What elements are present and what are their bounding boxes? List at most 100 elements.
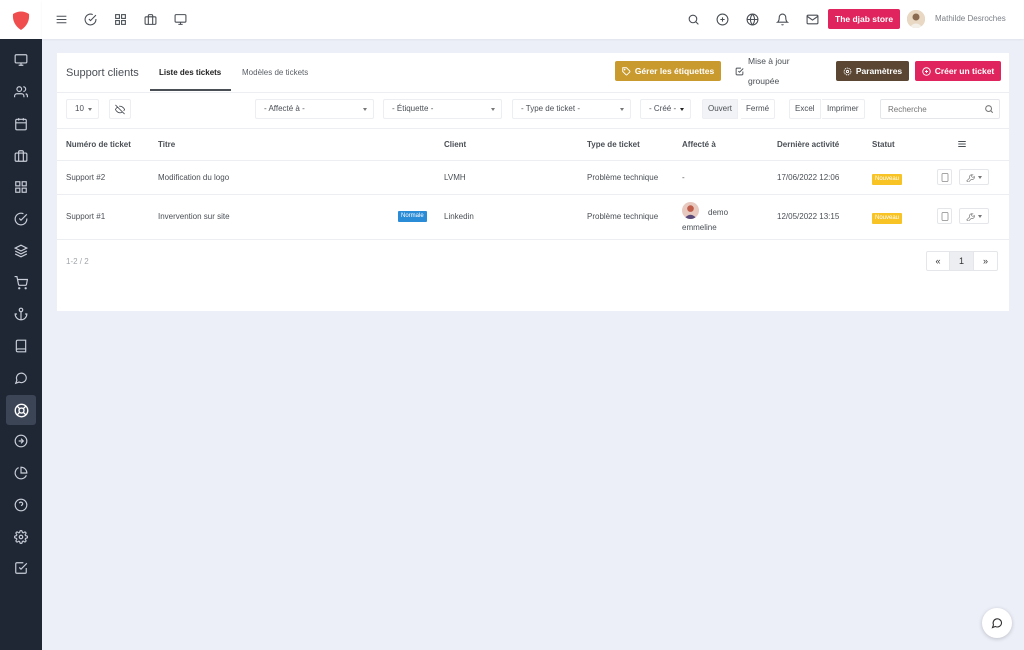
ticket-client[interactable]: Linkedin — [444, 212, 474, 221]
column-header-title[interactable]: Titre — [158, 140, 175, 149]
search-icon — [688, 14, 699, 25]
sidebar-item-leads[interactable] — [6, 426, 36, 456]
briefcase-icon — [144, 13, 156, 25]
sidebar-item-settings[interactable] — [6, 522, 36, 552]
menu-toggle[interactable] — [52, 10, 70, 28]
excel-export-button[interactable]: Excel — [789, 99, 821, 119]
chat-button[interactable] — [982, 608, 1012, 638]
quick-screen[interactable] — [171, 10, 189, 28]
anchor-icon — [14, 307, 28, 321]
sidebar-item-calendar[interactable] — [6, 109, 36, 139]
caret-down-icon — [680, 108, 684, 111]
filter-divider — [57, 128, 1009, 129]
assigned-to-value: - Affecté à - — [264, 104, 305, 113]
column-header-number[interactable]: Numéro de ticket — [66, 140, 131, 149]
cart-icon — [14, 276, 28, 290]
pagination-info: 1-2 / 2 — [66, 257, 89, 266]
ticket-type-filter[interactable]: - Type de ticket - — [512, 99, 631, 119]
assigned-to-filter[interactable]: - Affecté à - — [255, 99, 374, 119]
closed-filter-button[interactable]: Fermé — [741, 99, 776, 119]
global-search[interactable] — [684, 10, 702, 28]
ticket-number[interactable]: Support #2 — [66, 173, 105, 182]
language-selector[interactable] — [743, 10, 761, 28]
sidebar-item-help[interactable] — [6, 490, 36, 520]
label-filter[interactable]: - Étiquette - — [383, 99, 502, 119]
search-input[interactable] — [881, 100, 981, 118]
sidebar-item-projects[interactable] — [6, 141, 36, 171]
ticket-view-button[interactable] — [937, 169, 952, 185]
quick-tasks[interactable] — [81, 10, 99, 28]
lifebuoy-icon — [14, 403, 28, 417]
pagination-page-1[interactable]: 1 — [950, 251, 974, 271]
hide-columns-button[interactable] — [109, 99, 131, 119]
table-header-divider — [57, 160, 1009, 161]
ticket-actions-dropdown[interactable] — [959, 208, 989, 224]
ticket-view-button[interactable] — [937, 208, 952, 224]
column-header-assignee[interactable]: Affecté à — [682, 140, 716, 149]
pagination-last-button[interactable]: » — [974, 251, 998, 271]
sidebar-item-layers[interactable] — [6, 236, 36, 266]
page-size-select[interactable]: 10 — [66, 99, 99, 119]
user-name[interactable]: Mathilde Desroches — [935, 14, 1006, 23]
sidebar-item-anchor[interactable] — [6, 299, 36, 329]
manage-labels-button[interactable]: Gérer les étiquettes — [615, 61, 721, 81]
plus-circle-icon — [922, 66, 931, 76]
sidebar-item-reports[interactable] — [6, 458, 36, 488]
sidebar-item-knowledge[interactable] — [6, 331, 36, 361]
column-header-type[interactable]: Type de ticket — [587, 140, 640, 149]
sidebar-item-clients[interactable] — [6, 77, 36, 107]
quick-projects[interactable] — [141, 10, 159, 28]
column-header-status[interactable]: Statut — [872, 140, 895, 149]
create-ticket-button[interactable]: Créer un ticket — [915, 61, 1001, 81]
settings-label: Paramètres — [855, 66, 903, 76]
user-avatar[interactable] — [907, 10, 925, 28]
page-title: Support clients — [66, 67, 139, 79]
priority-badge: Normale — [398, 211, 427, 222]
notifications[interactable] — [773, 10, 791, 28]
ticket-title[interactable]: Modification du logo — [158, 173, 229, 182]
column-options-button[interactable] — [957, 139, 967, 149]
ticket-assignee[interactable]: demo emmeline — [682, 205, 742, 235]
sidebar-item-dashboard[interactable] — [6, 45, 36, 75]
sidebar-item-support[interactable] — [6, 395, 36, 425]
manage-labels-label: Gérer les étiquettes — [634, 66, 715, 76]
column-header-client[interactable]: Client — [444, 140, 466, 149]
tab-ticket-templates[interactable]: Modèles de tickets — [242, 68, 308, 77]
app-logo[interactable] — [0, 0, 42, 39]
print-button[interactable]: Imprimer — [822, 99, 865, 119]
ticket-type-value: - Type de ticket - — [521, 104, 580, 113]
top-bar: The djab store Mathilde Desroches — [42, 0, 1024, 39]
settings-button[interactable]: Paramètres — [836, 61, 909, 81]
ticket-number[interactable]: Support #1 — [66, 212, 105, 221]
ticket-title[interactable]: Invervention sur site — [158, 212, 230, 221]
sidebar-item-messages[interactable] — [6, 363, 36, 393]
pagination-first-button[interactable]: « — [926, 251, 950, 271]
sidebar-item-todo[interactable] — [6, 553, 36, 583]
store-button[interactable]: The djab store — [828, 9, 901, 29]
quick-apps[interactable] — [111, 10, 129, 28]
logo-shield-icon — [12, 11, 30, 30]
ticket-actions-dropdown[interactable] — [959, 169, 989, 185]
sidebar-item-sales[interactable] — [6, 268, 36, 298]
sidebar-item-tasks[interactable] — [6, 204, 36, 234]
open-filter-button[interactable]: Ouvert — [702, 99, 739, 119]
tab-ticket-list[interactable]: Liste des tickets — [159, 68, 221, 77]
sidebar-item-apps[interactable] — [6, 172, 36, 202]
caret-down-icon — [620, 108, 624, 111]
messages[interactable] — [803, 10, 821, 28]
quick-add[interactable] — [713, 10, 731, 28]
avatar-person-icon — [907, 10, 925, 28]
ticket-client[interactable]: LVMH — [444, 173, 466, 182]
label-filter-value: - Étiquette - — [392, 104, 434, 113]
eye-off-icon — [115, 104, 125, 114]
created-filter[interactable]: - Créé - — [640, 99, 691, 119]
column-header-last-activity[interactable]: Dernière activité — [777, 140, 839, 149]
search-field[interactable] — [880, 99, 1000, 119]
caret-down-icon — [88, 108, 92, 111]
check-circle-icon — [84, 13, 96, 25]
chat-bubble-icon — [991, 618, 1003, 629]
bulk-update-button[interactable]: Mise à jour groupée — [729, 56, 829, 86]
monitor-icon — [174, 13, 186, 25]
settings-icon — [14, 530, 28, 544]
calendar-icon — [15, 118, 27, 131]
